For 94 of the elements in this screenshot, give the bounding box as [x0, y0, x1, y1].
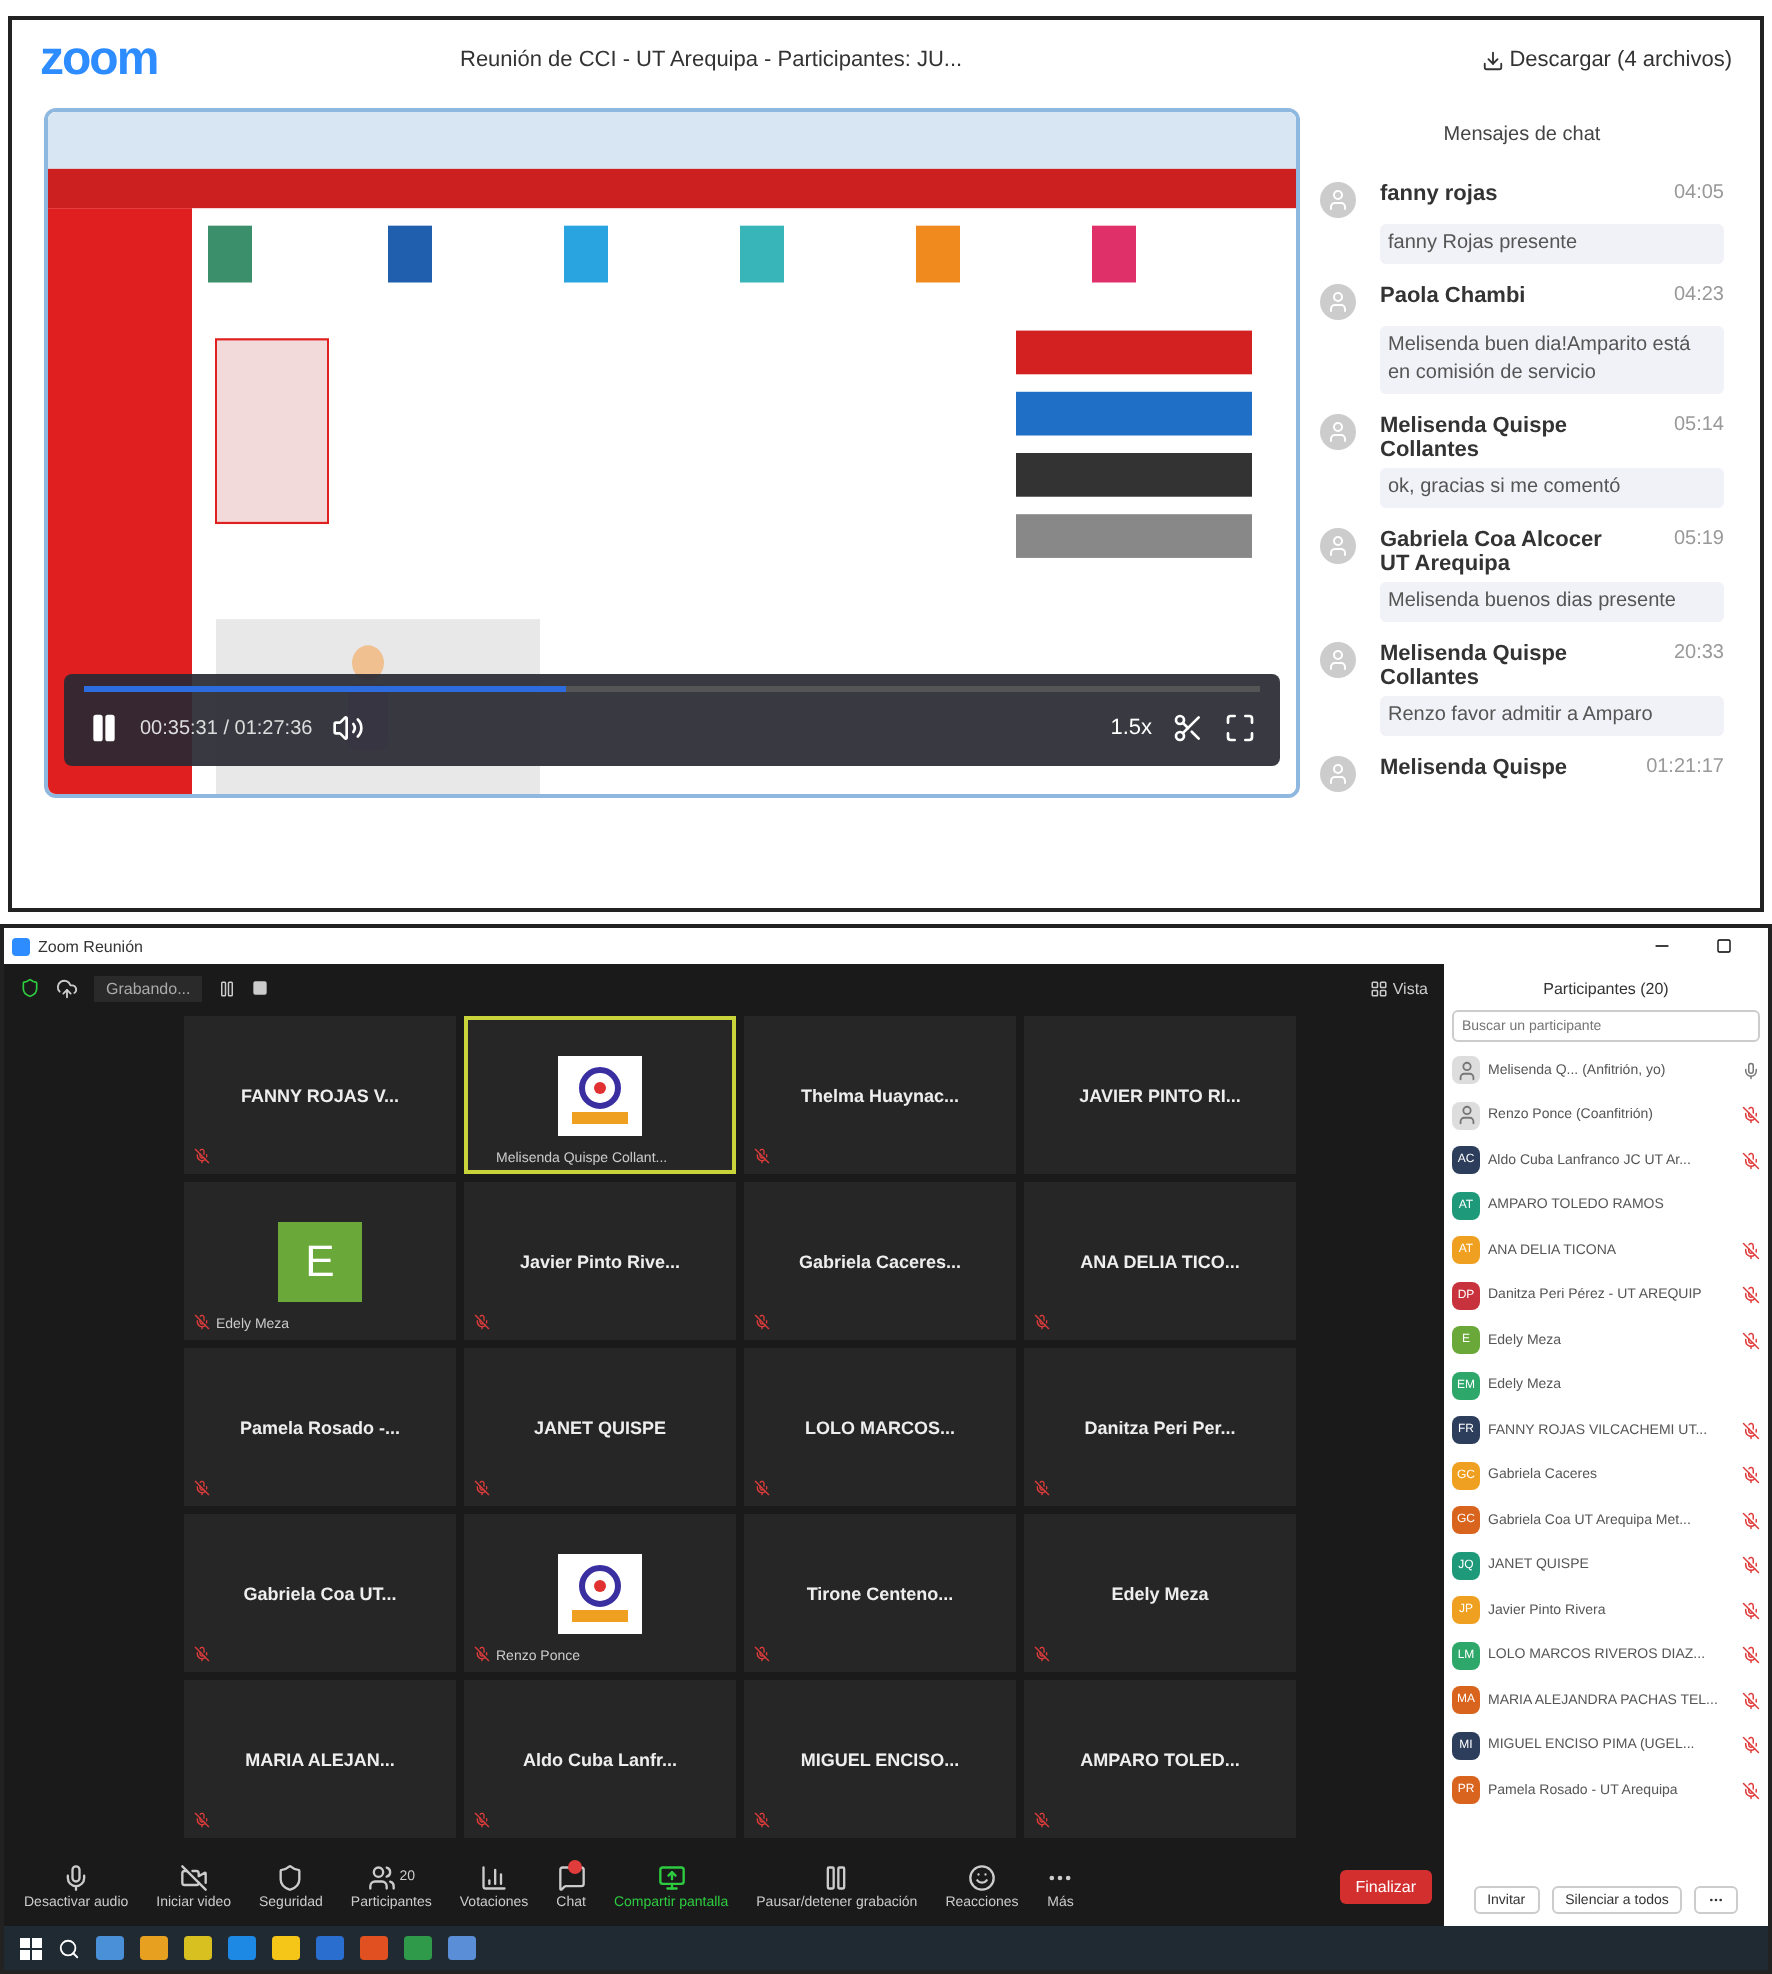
participant-name: MARIA ALEJAN...	[245, 1749, 395, 1769]
participant-name: Edely Meza	[1111, 1583, 1209, 1603]
microphone-icon[interactable]	[1742, 1061, 1760, 1080]
muted-mic-icon[interactable]	[1742, 1511, 1760, 1530]
message-time: 05:14	[1671, 414, 1724, 440]
sender-name: Melisenda Quispe Collantes	[1380, 414, 1570, 462]
sender-name: Melisenda Quispe Collantes	[1380, 642, 1570, 690]
message-time: 01:21:17	[1644, 756, 1724, 782]
muted-mic-icon[interactable]	[1742, 1241, 1760, 1260]
smiley-icon	[967, 1863, 996, 1891]
initial-avatar: E	[278, 1221, 362, 1301]
participant-name: Pamela Rosado -...	[239, 1417, 401, 1437]
muted-mic-icon[interactable]	[1742, 1331, 1760, 1350]
end-button[interactable]: Finalizar	[1339, 1869, 1432, 1903]
participant-name: JANET QUISPE	[533, 1417, 666, 1437]
muted-mic-icon[interactable]	[1742, 1421, 1760, 1440]
app-icon	[12, 937, 30, 955]
sender-name: Gabriela Coa Alcocer UT Arequipa	[1380, 528, 1604, 576]
participant-name: Gabriela Coa UT...	[243, 1583, 397, 1603]
maximize-icon[interactable]	[1716, 938, 1732, 954]
message-time: 04:05	[1671, 182, 1724, 208]
microphone-icon	[62, 1863, 91, 1891]
download-link[interactable]: Descargar (4 archivos)	[1481, 48, 1732, 72]
muted-mic-icon[interactable]	[1742, 1466, 1760, 1485]
bar-chart-icon	[480, 1863, 509, 1891]
participant-name: JAVIER PINTO RI...	[1079, 1085, 1241, 1105]
chat-message: fanny Rojas presente	[1380, 224, 1724, 264]
participant-name: AMPARO TOLED...	[1080, 1749, 1240, 1769]
muted-mic-icon[interactable]	[1742, 1691, 1760, 1710]
cloud-icon	[56, 977, 78, 999]
message-time: 20:33	[1671, 642, 1724, 668]
window-title: Zoom Reunión	[38, 937, 145, 955]
share-screen-icon	[657, 1863, 686, 1891]
pause-icon[interactable]	[218, 979, 237, 997]
chat-message: ok, gracias si me comentó	[1380, 468, 1724, 508]
sender-name: fanny rojas	[1380, 182, 1500, 210]
participant-name: Danitza Peri Per...	[1084, 1417, 1236, 1437]
avatar-icon	[1320, 756, 1356, 792]
people-icon	[367, 1863, 396, 1891]
avatar-icon	[1320, 642, 1356, 678]
progress-track[interactable]	[84, 686, 1260, 692]
participant-name: Tirone Centeno...	[806, 1583, 954, 1603]
participant-name: ANA DELIA TICO...	[1080, 1251, 1240, 1271]
shield-icon[interactable]	[20, 978, 40, 998]
avatar-icon	[1320, 528, 1356, 564]
muted-mic-icon[interactable]	[1742, 1106, 1760, 1125]
notification-badge	[567, 1859, 582, 1873]
avatar-icon	[1452, 1056, 1480, 1085]
participant-name: MIGUEL ENCISO...	[800, 1749, 960, 1769]
participant-name: Gabriela Caceres...	[798, 1251, 962, 1271]
participant-name: FANNY ROJAS V...	[240, 1085, 400, 1105]
search-icon[interactable]	[58, 1937, 80, 1959]
speed-button[interactable]: 1.5x	[1110, 716, 1152, 740]
message-time: 04:23	[1671, 284, 1724, 310]
participant-name: Aldo Cuba Lanfr...	[522, 1749, 677, 1769]
pause-icon[interactable]	[88, 712, 120, 744]
chat-message: Melisenda buenos dias presente	[1380, 582, 1724, 622]
muted-mic-icon[interactable]	[1742, 1286, 1760, 1305]
message-time: 05:19	[1671, 528, 1724, 554]
pause-icon	[822, 1863, 851, 1891]
download-icon	[1481, 49, 1504, 71]
chat-message: Melisenda buen dia!Amparito está en comisión de servicio	[1380, 326, 1724, 394]
panel-title: Participantes (20)	[1541, 978, 1671, 1002]
chat-message: Renzo favor admitir a Amparo	[1380, 696, 1724, 736]
avatar-icon	[1452, 1101, 1480, 1130]
shield-icon	[276, 1863, 305, 1891]
sender-name: Melisenda Quispe	[1380, 756, 1570, 784]
chat-icon	[557, 1863, 586, 1891]
recording-title: Reunión de CCI - UT Arequipa - Participantes: JU...	[460, 48, 965, 72]
avatar-icon	[1320, 414, 1356, 450]
stop-icon[interactable]	[252, 980, 269, 996]
participant-name: LOLO MARCOS...	[805, 1417, 955, 1437]
recording-status: Grabando...	[94, 975, 203, 1001]
volume-icon[interactable]	[332, 712, 365, 744]
playback-time: 00:35:31 / 01:27:36	[140, 717, 313, 739]
chat-title: Mensajes de chat	[1441, 122, 1603, 150]
avatar-icon	[1320, 284, 1356, 320]
muted-mic-icon[interactable]	[1742, 1601, 1760, 1620]
muted-mic-icon[interactable]	[1742, 1556, 1760, 1575]
muted-mic-icon[interactable]	[1742, 1736, 1760, 1755]
windows-icon[interactable]	[20, 1937, 42, 1959]
participant-name: Thelma Huaynac...	[800, 1085, 960, 1105]
zoom-logo: zoom	[40, 32, 160, 88]
muted-mic-icon[interactable]	[1742, 1781, 1760, 1800]
sender-name: Paola Chambi	[1380, 284, 1528, 312]
muted-mic-icon[interactable]	[1742, 1151, 1760, 1170]
view-button[interactable]: Vista	[1370, 979, 1428, 997]
fullscreen-icon[interactable]	[1224, 712, 1256, 744]
participant-name: Javier Pinto Rive...	[519, 1251, 681, 1271]
scissors-icon[interactable]	[1172, 712, 1204, 744]
muted-mic-icon[interactable]	[1742, 1646, 1760, 1665]
video-off-icon	[179, 1863, 208, 1891]
avatar-icon	[1320, 182, 1356, 218]
grid-icon	[1370, 979, 1389, 997]
